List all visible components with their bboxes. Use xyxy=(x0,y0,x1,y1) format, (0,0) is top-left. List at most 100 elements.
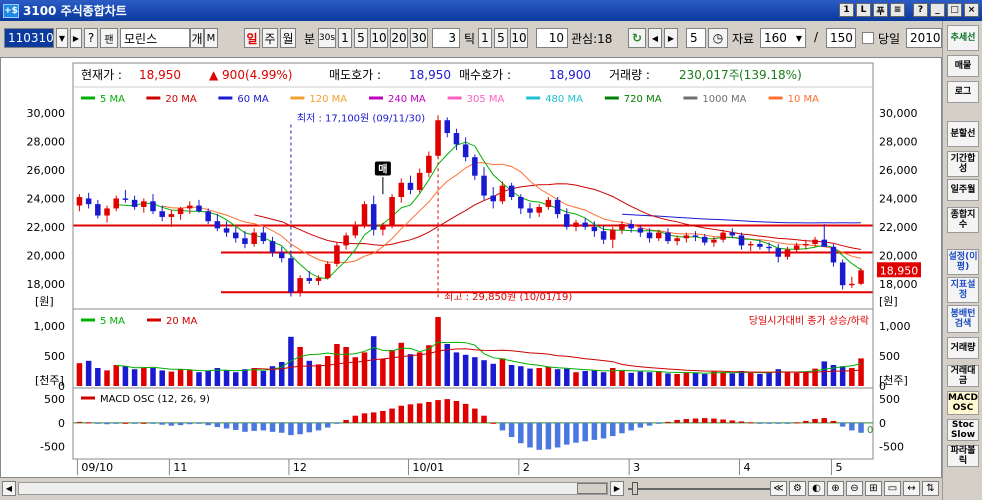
volume-bar xyxy=(380,359,386,386)
code-dropdown-icon[interactable]: ▼ xyxy=(56,28,68,48)
bottom-tool-icon-8[interactable]: ⇅ xyxy=(922,481,939,496)
candle-body xyxy=(619,224,625,230)
tick-button-2[interactable]: 10 xyxy=(510,28,528,48)
panel-button-8[interactable]: 지표설정 xyxy=(947,277,979,303)
name-field[interactable]: 모린스 xyxy=(120,28,190,48)
macd-bar xyxy=(187,422,193,425)
refresh-icon[interactable]: ↻ xyxy=(628,28,646,48)
bottom-tool-icon-0[interactable]: ≪ xyxy=(770,481,787,496)
title-button-1[interactable]: L xyxy=(856,3,871,17)
panel-button-9[interactable]: 봉배턴검색 xyxy=(947,305,979,333)
data-count-select[interactable]: 160 ▼ xyxy=(760,28,806,48)
period-week-button[interactable]: 주 xyxy=(262,28,278,48)
macd-tick-right-1: 0 xyxy=(879,417,886,430)
panel-button-13[interactable]: Stoc Slow xyxy=(947,419,979,441)
candle-body xyxy=(398,182,405,198)
volume-bar xyxy=(426,345,432,386)
current-price: 18,950 xyxy=(139,68,181,82)
panel-button-14[interactable]: 파라볼릭 xyxy=(947,445,979,467)
scroll-track[interactable] xyxy=(18,482,608,495)
minute-button-3[interactable]: 10 xyxy=(370,28,388,48)
zoom-slider-thumb[interactable] xyxy=(632,482,638,495)
macd-tick-left-0: 500 xyxy=(44,393,65,406)
panel-button-4[interactable]: 기간합성 xyxy=(947,151,979,177)
total-field[interactable]: 150 xyxy=(826,28,856,48)
step-value[interactable]: 5 xyxy=(686,28,706,48)
title-button-4[interactable]: ? xyxy=(913,3,928,17)
panel-button-3[interactable]: 분할선 xyxy=(947,121,979,147)
tick-button-1[interactable]: 5 xyxy=(494,28,508,48)
minute-value[interactable]: 3 xyxy=(432,28,460,48)
bottom-tool-icon-4[interactable]: ⊖ xyxy=(846,481,863,496)
zoom-slider-track[interactable] xyxy=(628,488,778,490)
minute-button-0[interactable]: 30s xyxy=(318,28,336,48)
code-input[interactable]: 110310 xyxy=(4,28,54,48)
bottom-tool-icon-3[interactable]: ⊕ xyxy=(827,481,844,496)
title-button-6[interactable]: □ xyxy=(947,3,962,17)
tick-button-0[interactable]: 1 xyxy=(478,28,492,48)
panel-button-2[interactable]: 로그 xyxy=(947,81,979,103)
code-pan-button[interactable]: 팬 xyxy=(100,28,118,48)
candle-body xyxy=(76,197,83,206)
scroll-right-icon[interactable]: ▶ xyxy=(610,481,624,496)
period-day-button[interactable]: 일 xyxy=(244,28,260,48)
legend-label-7: 720 MA xyxy=(624,94,662,105)
minute-button-1[interactable]: 1 xyxy=(338,28,352,48)
scroll-left-icon[interactable]: ◀ xyxy=(2,481,16,496)
bottom-tool-icon-1[interactable]: ⚙ xyxy=(789,481,806,496)
macd-bar xyxy=(177,422,184,426)
title-button-3[interactable]: ≡ xyxy=(890,3,905,17)
legend-label-4: 240 MA xyxy=(388,94,426,105)
next-icon[interactable]: ▶ xyxy=(664,28,678,48)
period-month-button[interactable]: 월 xyxy=(280,28,296,48)
candle-body xyxy=(214,221,221,229)
title-button-0[interactable]: 1 xyxy=(839,3,854,17)
candle-body xyxy=(564,214,570,227)
volume-bar xyxy=(196,372,202,386)
clock-icon[interactable]: ◷ xyxy=(708,28,728,48)
macd-bar xyxy=(76,421,83,423)
scroll-thumb[interactable] xyxy=(577,483,607,494)
prev-icon[interactable]: ◀ xyxy=(648,28,662,48)
title-button-2[interactable]: 푸 xyxy=(873,3,888,17)
bottom-tool-icon-7[interactable]: ↔ xyxy=(903,481,920,496)
minute-button-2[interactable]: 5 xyxy=(354,28,368,48)
panel-button-10[interactable]: 거래량 xyxy=(947,337,979,359)
panel-button-1[interactable]: 매물 xyxy=(947,55,979,77)
panel-button-5[interactable]: 일주월 xyxy=(947,179,979,201)
panel-button-6[interactable]: 종합지수 xyxy=(947,207,979,233)
low-annotation: 최저 : 17,100원 (09/11/30) xyxy=(297,113,425,125)
macd-bar xyxy=(306,422,313,433)
volume-bar xyxy=(104,370,110,386)
name-btn-1[interactable]: 개 xyxy=(190,28,204,48)
macd-bar xyxy=(803,420,809,423)
volume-bar xyxy=(315,364,322,386)
macd-bar xyxy=(619,422,625,434)
bottom-tool-icon-5[interactable]: ⊞ xyxy=(865,481,882,496)
candle-body xyxy=(343,235,349,246)
code-search-button[interactable]: ? xyxy=(84,28,98,48)
volume-value: 230,017주 xyxy=(679,68,740,82)
play-icon[interactable]: ▶ xyxy=(70,28,82,48)
panel-button-0[interactable]: 추세선 xyxy=(947,25,979,51)
panel-button-12[interactable]: MACD OSC xyxy=(947,391,979,415)
panel-button-11[interactable]: 거래대금 xyxy=(947,365,979,387)
today-checkbox[interactable] xyxy=(862,32,874,44)
panel-button-7[interactable]: 설정(이평) xyxy=(947,249,979,275)
minute-button-5[interactable]: 30 xyxy=(410,28,428,48)
name-btn-2[interactable]: M xyxy=(204,28,218,48)
candle-body xyxy=(775,248,782,257)
date-field[interactable]: 2010- xyxy=(906,28,942,48)
macd-bar xyxy=(490,422,496,424)
volume-tick-right-0: 1,000 xyxy=(879,320,911,333)
stock-chart[interactable]: 현재가 : 18,950 ▲ 900(4.99%) 매도호가 : 18,950 매수호가 … xyxy=(1,58,941,477)
title-button-7[interactable]: × xyxy=(964,3,979,17)
macd-bar xyxy=(646,422,653,426)
volume-bar xyxy=(113,365,119,386)
bottom-tool-icon-6[interactable]: ▭ xyxy=(884,481,901,496)
bottom-tool-icon-2[interactable]: ◐ xyxy=(808,481,825,496)
tick-value[interactable]: 10 xyxy=(536,28,568,48)
volume-bar xyxy=(490,363,496,386)
title-button-5[interactable]: _ xyxy=(930,3,945,17)
minute-button-4[interactable]: 20 xyxy=(390,28,408,48)
